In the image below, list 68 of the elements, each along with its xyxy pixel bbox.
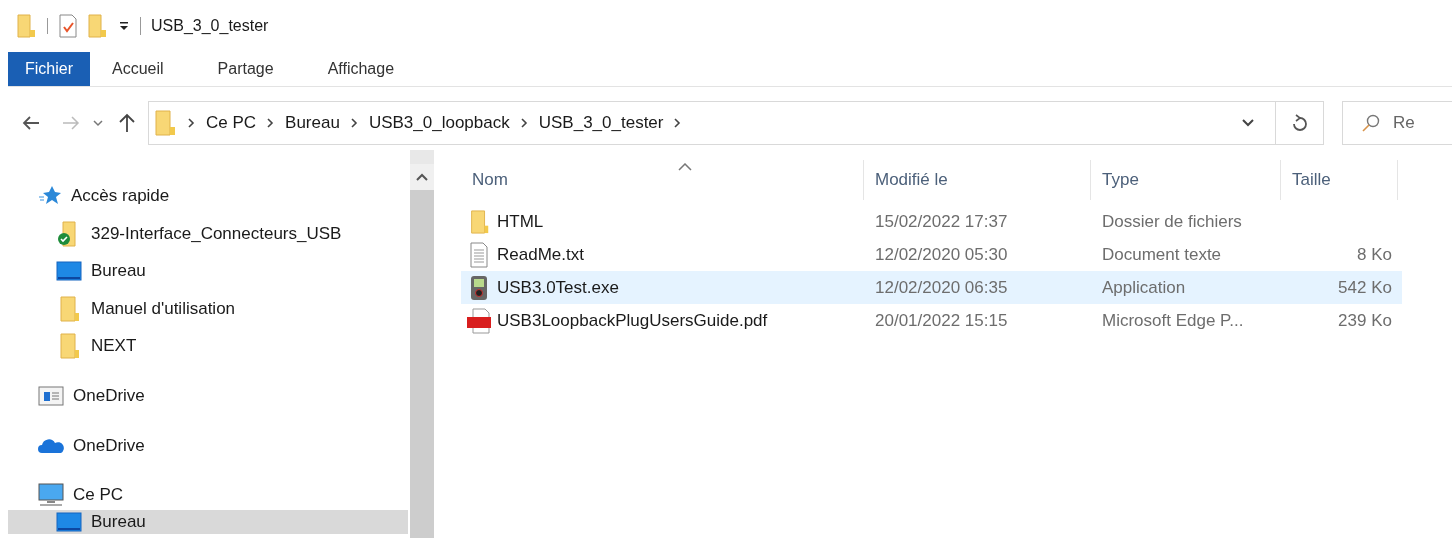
modified-date: 20/01/2022 15:15 bbox=[875, 310, 1008, 330]
ribbon-tab[interactable]: Partage bbox=[195, 52, 296, 86]
scroll-up-icon[interactable] bbox=[416, 173, 428, 181]
ribbon-tab[interactable]: Accueil bbox=[90, 52, 186, 86]
sidebar-item[interactable]: NEXT bbox=[8, 334, 408, 358]
chevron-right-icon[interactable] bbox=[520, 118, 528, 128]
recent-dropdown-icon[interactable] bbox=[93, 119, 103, 127]
file-type: Application bbox=[1102, 277, 1186, 297]
chevron-right-icon[interactable] bbox=[188, 118, 195, 128]
file-size: 8 Ko bbox=[1357, 244, 1392, 264]
sort-ascending-icon[interactable] bbox=[678, 163, 692, 171]
address-bar[interactable]: Ce PC Bureau USB3_0_loopback USB_3_0_tester bbox=[148, 101, 1324, 145]
file-name: USB3LoopbackPlugUsersGuide.pdf bbox=[497, 309, 768, 332]
text-file-icon bbox=[467, 241, 491, 268]
cloud-icon bbox=[38, 437, 64, 455]
window-icon bbox=[38, 386, 64, 406]
chevron-right-icon[interactable] bbox=[674, 118, 682, 128]
file-name: USB3.0Test.exe bbox=[497, 276, 619, 299]
breadcrumb-item[interactable]: USB3_0_loopback bbox=[368, 110, 510, 136]
dropdown-chevron-icon[interactable] bbox=[1241, 118, 1255, 128]
pdf-file-icon bbox=[467, 307, 491, 334]
file-row[interactable]: HTML 15/02/2022 17:37 Dossier de fichiers bbox=[461, 205, 1402, 238]
file-row[interactable]: USB3LoopbackPlugUsersGuide.pdf 20/01/2022 15:15 Microsoft Edge P... 239 Ko bbox=[461, 304, 1402, 337]
file-row[interactable]: USB3.0Test.exe 12/02/2020 06:35 Application 542 Ko bbox=[461, 271, 1402, 304]
sidebar-item[interactable]: Accès rapide bbox=[8, 184, 408, 208]
file-type: Microsoft Edge P... bbox=[1102, 310, 1244, 330]
file-name: ReadMe.txt bbox=[497, 243, 584, 266]
breadcrumb-item[interactable]: USB_3_0_tester bbox=[538, 110, 664, 136]
search-field[interactable]: Re bbox=[1342, 101, 1452, 145]
refresh-icon bbox=[1291, 114, 1308, 132]
column-header[interactable]: Taille bbox=[1281, 160, 1398, 200]
window-title: USB_3_0_tester bbox=[151, 16, 269, 36]
search-icon bbox=[1362, 114, 1380, 132]
breadcrumb-item[interactable]: Bureau bbox=[285, 110, 340, 136]
sidebar-item[interactable]: 329-Interface_Connecteurs_USB bbox=[8, 222, 408, 246]
sidebar-item[interactable]: Manuel d'utilisation bbox=[8, 297, 408, 321]
file-menu-tab[interactable]: Fichier bbox=[8, 52, 90, 86]
file-row[interactable]: ReadMe.txt 12/02/2020 05:30 Document texte 8 Ko bbox=[461, 238, 1402, 271]
customize-dropdown-icon[interactable] bbox=[118, 20, 130, 32]
up-arrow-icon[interactable] bbox=[118, 113, 136, 133]
file-size: 542 Ko bbox=[1338, 277, 1392, 297]
column-header[interactable]: Modifié le bbox=[864, 160, 1091, 200]
sidebar-item[interactable]: Bureau bbox=[8, 510, 408, 534]
file-name: HTML bbox=[497, 210, 544, 233]
desktop-icon bbox=[56, 261, 82, 281]
column-header[interactable]: Nom bbox=[461, 160, 864, 200]
desktop-icon bbox=[56, 512, 82, 532]
modified-date: 12/02/2020 06:35 bbox=[875, 277, 1008, 297]
back-arrow-icon[interactable] bbox=[22, 115, 40, 131]
computer-icon bbox=[38, 483, 64, 507]
column-header[interactable]: Type bbox=[1091, 160, 1281, 200]
star-icon bbox=[38, 185, 62, 207]
ribbon-tab[interactable]: Affichage bbox=[305, 52, 417, 86]
scrollbar[interactable] bbox=[410, 150, 434, 538]
folder-icon bbox=[155, 110, 177, 136]
sidebar-item[interactable]: OneDrive bbox=[8, 384, 408, 408]
file-type: Dossier de fichiers bbox=[1102, 211, 1242, 231]
sidebar-item[interactable]: OneDrive bbox=[8, 434, 408, 458]
sidebar-item[interactable]: Bureau bbox=[8, 259, 408, 283]
file-size: 239 Ko bbox=[1338, 310, 1392, 330]
modified-date: 12/02/2020 05:30 bbox=[875, 244, 1008, 264]
sidebar-item[interactable]: Ce PC bbox=[8, 483, 408, 507]
chevron-right-icon[interactable] bbox=[350, 118, 358, 128]
modified-date: 15/02/2022 17:37 bbox=[875, 211, 1008, 231]
breadcrumb-item[interactable]: Ce PC bbox=[206, 110, 257, 136]
chevron-right-icon[interactable] bbox=[267, 118, 275, 128]
file-type: Document texte bbox=[1102, 244, 1222, 264]
properties-icon[interactable] bbox=[58, 14, 78, 38]
